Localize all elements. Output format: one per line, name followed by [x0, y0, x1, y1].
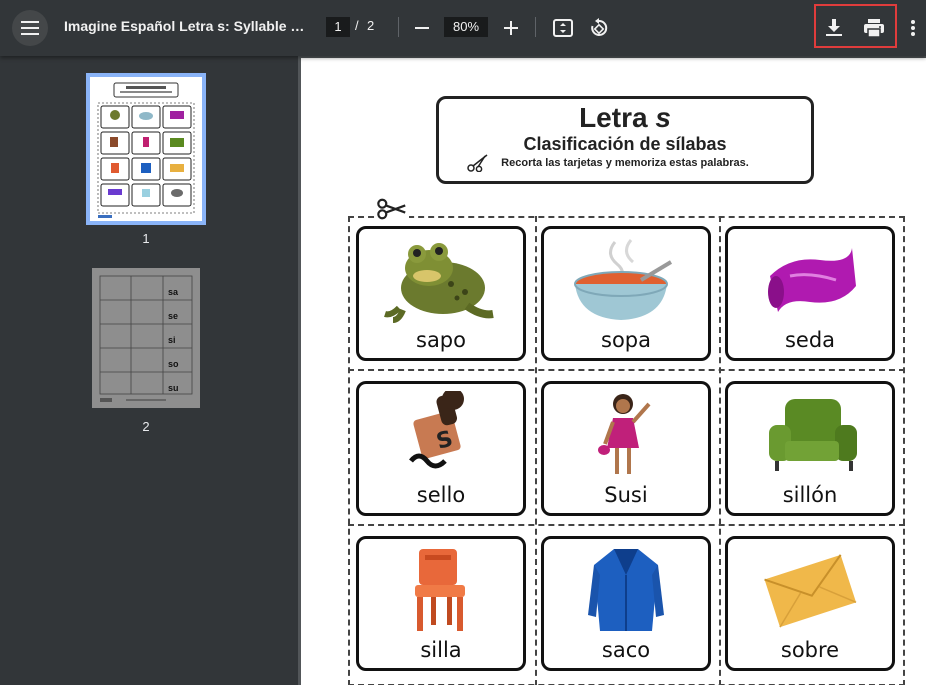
card-word: sobre — [780, 638, 840, 662]
zoom-in-button[interactable] — [497, 14, 525, 42]
page-number-input[interactable]: 1 — [326, 17, 350, 37]
instructions: Recorta las tarjetas y memoriza estas pa… — [501, 157, 749, 169]
printer-icon — [864, 19, 884, 37]
thumbnail-sidebar: 1 sa se si so su 2 — [0, 56, 298, 685]
more-options-button[interactable] — [900, 14, 926, 42]
menu-button[interactable] — [12, 10, 48, 46]
title-letter: s — [655, 102, 671, 133]
jacket-icon — [588, 549, 664, 631]
girl-icon — [598, 394, 651, 474]
thumb2-syllable-list: sa se si so su — [168, 280, 190, 400]
page-subtitle: Clasificación de sílabas — [523, 134, 727, 154]
document-title: Imagine Español Letra s: Syllable Sor... — [64, 18, 309, 34]
cut-line-horizontal — [348, 524, 905, 526]
cut-line-horizontal — [348, 369, 905, 371]
word-card: silla — [356, 536, 526, 671]
worksheet-header: Letra s Clasificación de sílabas Recorta… — [436, 96, 814, 184]
zoom-out-button[interactable] — [408, 14, 436, 42]
plus-icon — [504, 21, 518, 35]
word-card: sillón — [725, 381, 895, 516]
download-button[interactable] — [820, 14, 848, 42]
toolbar-divider — [535, 17, 536, 37]
thumbnail-label-1: 1 — [142, 231, 150, 246]
cut-line-vertical — [535, 216, 537, 685]
scissors-icon — [467, 154, 488, 172]
card-word: sello — [416, 483, 466, 507]
thumbnail-label-2: 2 — [142, 419, 150, 434]
card-word: sapo — [416, 328, 466, 352]
rotate-button[interactable] — [585, 14, 613, 42]
thumb2-syllable: so — [168, 359, 179, 369]
download-icon — [826, 19, 842, 36]
frog-icon — [384, 243, 494, 323]
minus-icon — [415, 27, 429, 29]
word-card: seda — [725, 226, 895, 361]
word-card: saco — [541, 536, 711, 671]
print-button[interactable] — [860, 14, 888, 42]
card-word: sillón — [782, 483, 838, 507]
page-separator: / — [355, 18, 359, 33]
word-card: sobre — [725, 536, 895, 671]
thumb2-syllable: su — [168, 383, 179, 393]
page-1-preview — [97, 82, 195, 218]
envelope-icon — [764, 554, 857, 628]
armchair-icon — [769, 399, 857, 471]
scissors-icon — [375, 196, 409, 222]
word-card: S sello — [356, 381, 526, 516]
pdf-page: Letra s Clasificación de sílabas Recorta… — [301, 58, 926, 685]
page-total: 2 — [367, 18, 375, 33]
thumb2-syllable: si — [168, 335, 176, 345]
cut-line-vertical — [719, 216, 721, 685]
word-card: Susi — [541, 381, 711, 516]
silk-fabric-icon — [768, 248, 856, 312]
more-vertical-icon — [911, 20, 915, 36]
card-word: sopa — [601, 328, 651, 352]
page-thumbnail-2[interactable]: sa se si so su — [92, 268, 200, 408]
pdf-toolbar: Imagine Español Letra s: Syllable Sor...… — [0, 0, 926, 56]
thumb2-syllable: sa — [168, 287, 179, 297]
zoom-input[interactable]: 80% — [444, 17, 488, 37]
page-thumbnail-1[interactable] — [86, 73, 206, 225]
hamburger-icon — [21, 21, 39, 35]
card-word: Susi — [604, 483, 648, 507]
rotate-icon — [591, 18, 608, 36]
card-word: silla — [420, 638, 462, 662]
page-title: Letra s — [439, 103, 811, 133]
card-word: saco — [601, 638, 651, 662]
toolbar-divider — [398, 17, 399, 37]
card-word: seda — [784, 328, 836, 352]
thumb2-syllable: se — [168, 311, 179, 321]
word-card: sapo — [356, 226, 526, 361]
word-card: sopa — [541, 226, 711, 361]
chair-icon — [415, 549, 465, 631]
fit-to-page-button[interactable] — [549, 14, 577, 42]
fit-page-icon — [553, 19, 573, 37]
rubber-stamp-icon: S — [409, 391, 464, 469]
title-prefix: Letra — [579, 102, 656, 133]
soup-bowl-icon — [574, 239, 673, 320]
